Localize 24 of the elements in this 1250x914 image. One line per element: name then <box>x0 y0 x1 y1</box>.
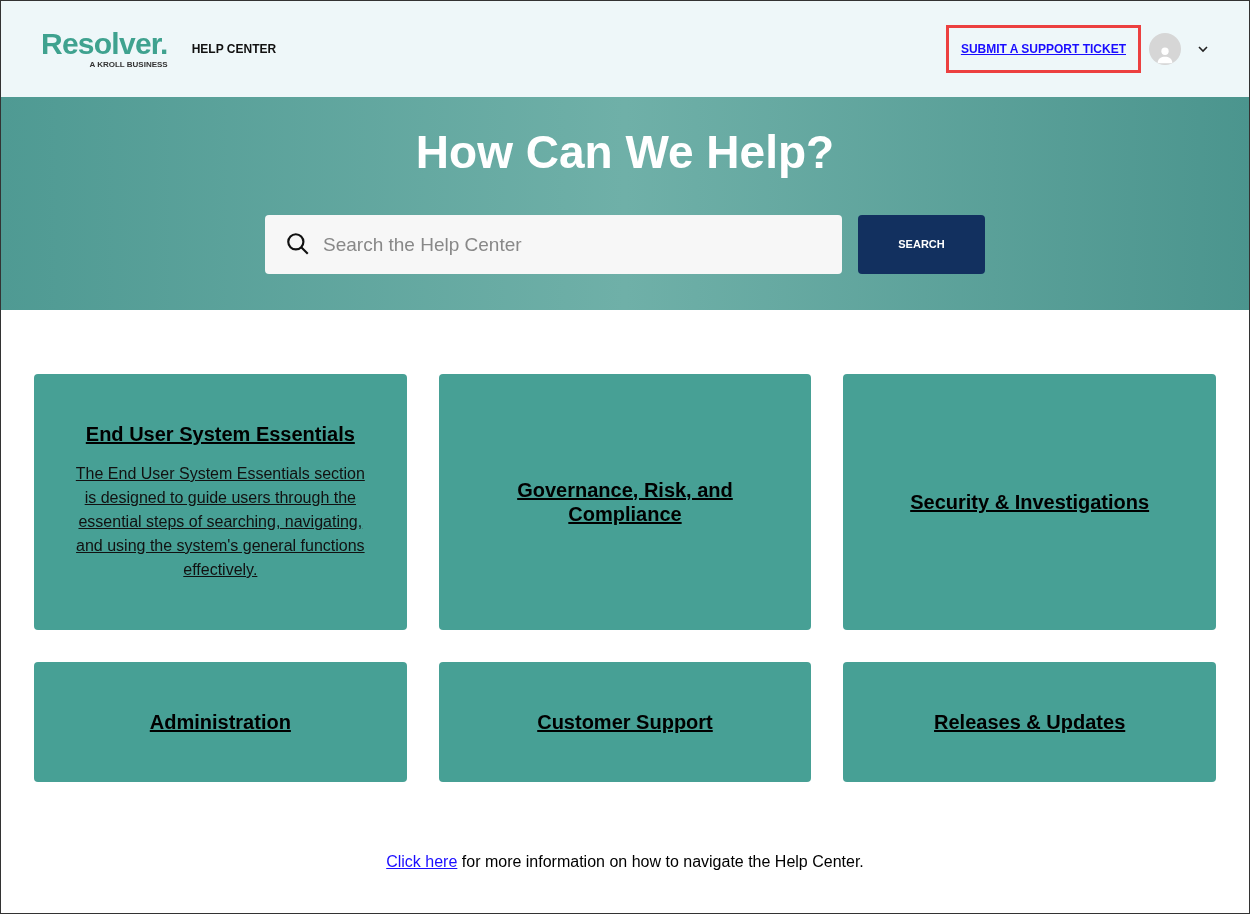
search-button[interactable]: SEARCH <box>858 215 985 274</box>
category-card[interactable]: Governance, Risk, and Compliance <box>438 374 812 630</box>
logo[interactable]: Resolver. A KROLL BUSINESS <box>41 29 168 69</box>
footer-text: Click here for more information on how to navigate the Help Center. <box>385 852 865 872</box>
category-title[interactable]: Security & Investigations <box>910 490 1150 514</box>
category-card[interactable]: Administration <box>34 662 407 782</box>
category-title[interactable]: Administration <box>149 710 291 734</box>
category-card[interactable]: Releases & Updates <box>843 662 1216 782</box>
category-description: The End User System Essentials section is designed to guide users through the essential steps of searching, navigating, and using the system's general functions effectively. <box>74 464 366 580</box>
category-card[interactable]: Customer Support <box>438 662 812 782</box>
support-ticket-link[interactable]: SUBMIT A SUPPORT TICKET <box>945 25 1141 73</box>
category-title[interactable]: End User System Essentials <box>85 422 355 446</box>
search-icon <box>285 231 311 257</box>
category-title[interactable]: Customer Support <box>537 710 713 734</box>
logo-wordmark: Resolver. <box>41 29 168 59</box>
category-card[interactable]: End User System Essentials The End User System Essentials section is designed to guide users through the essential steps of searching, navigating, and using the system's general functions effectively. <box>34 374 407 630</box>
site-title: HELP CENTER <box>191 41 277 58</box>
logo-tagline: A KROLL BUSINESS <box>89 61 168 69</box>
category-title[interactable]: Releases & Updates <box>934 710 1126 734</box>
category-card[interactable]: Security & Investigations <box>843 374 1216 630</box>
category-title[interactable]: Governance, Risk, and Compliance <box>475 478 775 526</box>
chevron-down-icon[interactable] <box>1197 43 1209 55</box>
help-link[interactable]: Click here <box>386 853 458 870</box>
search-field[interactable]: Search the Help Center <box>265 215 842 274</box>
